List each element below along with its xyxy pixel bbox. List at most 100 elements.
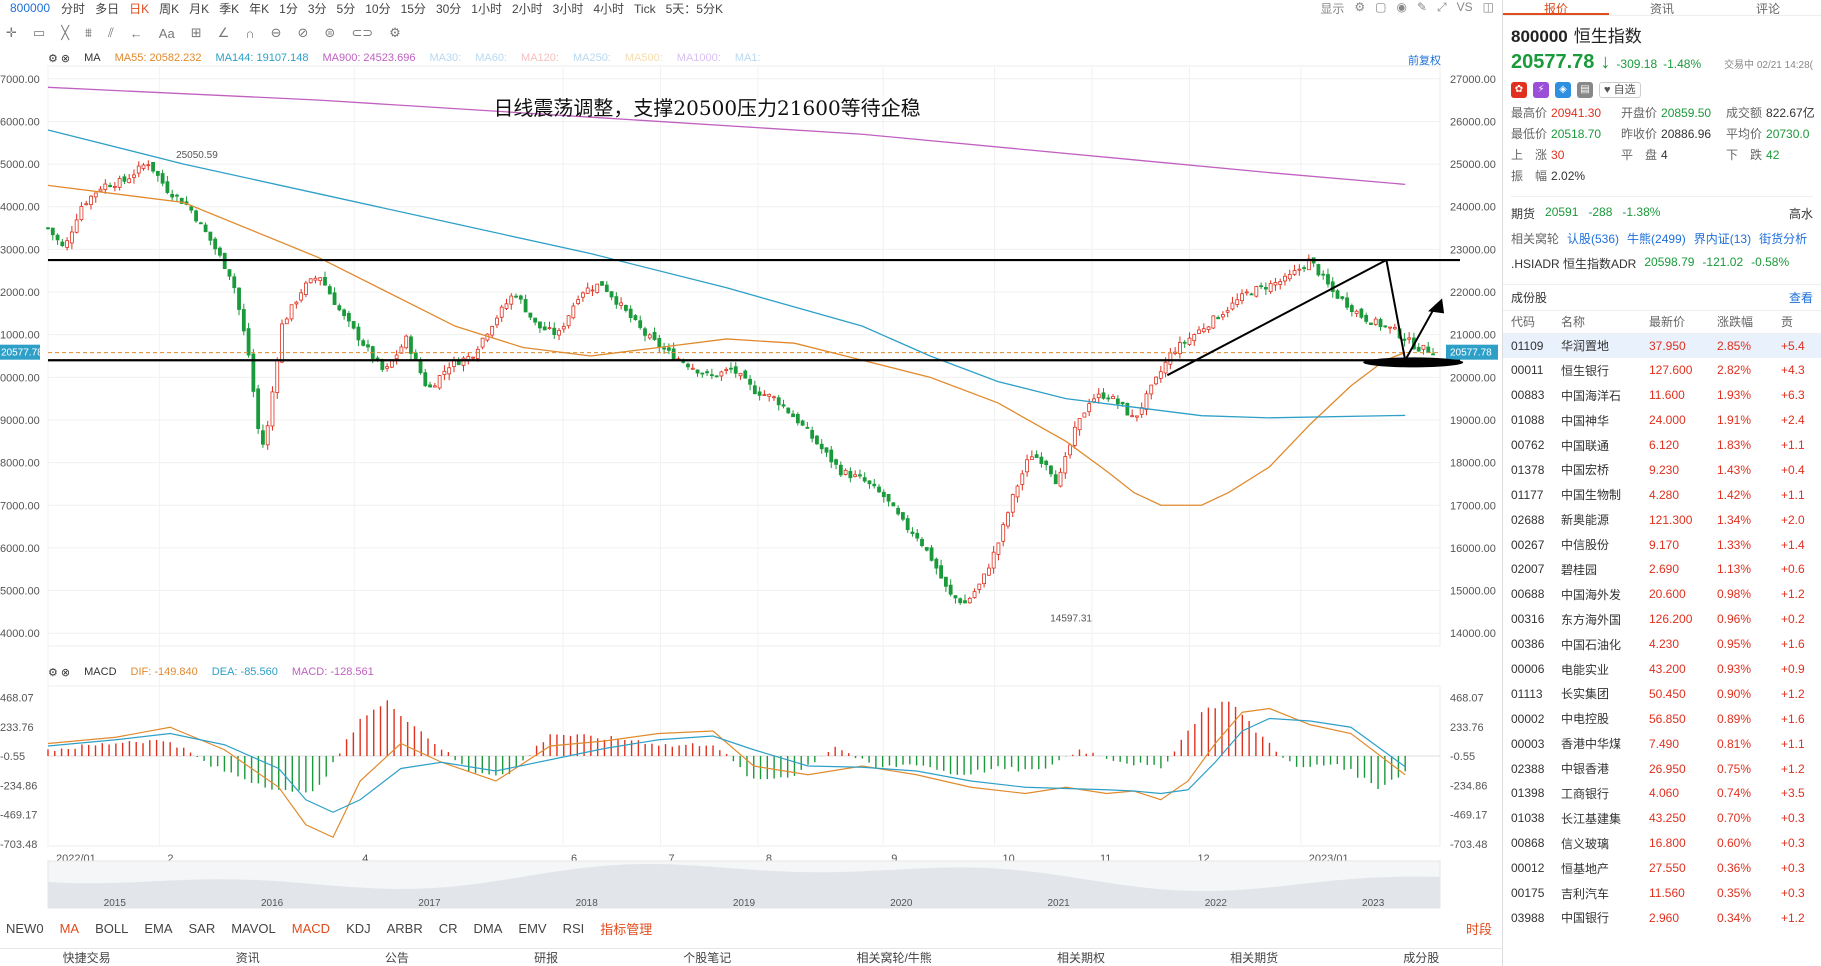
- table-row[interactable]: 01038 长江基建集 43.250 0.70% +0.3: [1503, 806, 1821, 831]
- favorite-button[interactable]: ♥ 自选: [1599, 82, 1641, 98]
- restore-toggle[interactable]: 前复权: [1408, 52, 1441, 68]
- warrant-link[interactable]: 认股(536): [1567, 230, 1619, 247]
- text-tool-icon[interactable]: Aa: [159, 26, 175, 41]
- table-row[interactable]: 03988 中国银行 2.960 0.34% +1.2: [1503, 905, 1821, 930]
- interval-12[interactable]: 30分: [436, 2, 461, 16]
- interval-17[interactable]: Tick: [634, 2, 656, 16]
- table-row[interactable]: 01177 中国生物制 4.280 1.42% +1.1: [1503, 482, 1821, 507]
- table-row[interactable]: 00267 中信股份 9.170 1.33% +1.4: [1503, 532, 1821, 557]
- arrow-tool-icon[interactable]: ←: [130, 26, 143, 41]
- interval-15[interactable]: 3小时: [553, 2, 584, 16]
- rect-tool-icon[interactable]: ▭: [33, 25, 45, 41]
- interval-9[interactable]: 5分: [337, 2, 356, 16]
- interval-0[interactable]: 分时: [61, 2, 85, 16]
- table-row[interactable]: 00011 恒生银行 127.600 2.82% +4.3: [1503, 358, 1821, 383]
- window-icon[interactable]: ◫: [1483, 0, 1494, 16]
- indicator-rsi[interactable]: RSI: [563, 921, 585, 936]
- interval-8[interactable]: 3分: [308, 2, 327, 16]
- ma-gear-icon[interactable]: ⚙ ⊗: [48, 52, 70, 65]
- table-row[interactable]: 00868 信义玻璃 16.800 0.60% +0.3: [1503, 831, 1821, 856]
- indicator-boll[interactable]: BOLL: [95, 921, 128, 936]
- table-row[interactable]: 00012 恒基地产 27.550 0.36% +0.3: [1503, 856, 1821, 881]
- interval-7[interactable]: 1分: [279, 2, 298, 16]
- tab-1[interactable]: 资讯: [1609, 0, 1715, 16]
- interval-11[interactable]: 15分: [401, 2, 426, 16]
- bottom-nav-item[interactable]: 个股笔记: [683, 949, 731, 966]
- interval-14[interactable]: 2小时: [512, 2, 543, 16]
- futures-row[interactable]: 期货 20591 -288 -1.38% 高水: [1511, 196, 1813, 222]
- table-row[interactable]: 00003 香港中华煤 7.490 0.81% +1.1: [1503, 731, 1821, 756]
- interval-6[interactable]: 年K: [249, 2, 269, 16]
- const-col-header[interactable]: 贡: [1773, 311, 1821, 334]
- table-row[interactable]: 00316 东方海外国 126.200 0.96% +0.2: [1503, 607, 1821, 632]
- line-tool-icon[interactable]: ╳: [61, 25, 69, 41]
- ma-label[interactable]: MA: [84, 52, 101, 65]
- adr-row[interactable]: .HSIADR 恒生指数ADR 20598.79 -121.02 -0.58%: [1511, 255, 1813, 280]
- settings-icon[interactable]: ⚙: [389, 25, 401, 41]
- ma-legend-item[interactable]: MA144: 19107.148: [216, 52, 309, 65]
- hk-icon[interactable]: ✿: [1511, 82, 1527, 98]
- magnet-icon[interactable]: ∩: [245, 26, 254, 41]
- ma-legend-item[interactable]: MA120:: [521, 52, 559, 65]
- indicator-ema[interactable]: EMA: [144, 921, 172, 936]
- const-col-header[interactable]: 涨跌幅: [1709, 311, 1773, 334]
- indicator-new0[interactable]: NEW0: [6, 921, 44, 936]
- indicator-mavol[interactable]: MAVOL: [231, 921, 276, 936]
- interval-4[interactable]: 月K: [189, 2, 209, 16]
- table-row[interactable]: 01113 长实集团 50.450 0.90% +1.2: [1503, 681, 1821, 706]
- layout-icon[interactable]: ▢: [1375, 0, 1386, 16]
- warrant-link[interactable]: 牛熊(2499): [1627, 230, 1686, 247]
- display-button[interactable]: 显示: [1320, 0, 1344, 16]
- table-row[interactable]: 02007 碧桂园 2.690 1.13% +0.6: [1503, 557, 1821, 582]
- table-row[interactable]: 01109 华润置地 37.950 2.85% +5.4: [1503, 333, 1821, 358]
- table-row[interactable]: 00002 中电控股 56.850 0.89% +1.6: [1503, 706, 1821, 731]
- fib-tool-icon[interactable]: ⩩: [85, 25, 92, 41]
- indicator-manage-button[interactable]: 指标管理: [600, 919, 652, 938]
- delete-icon[interactable]: ⊜: [324, 25, 335, 41]
- indicator-ma[interactable]: MA: [60, 921, 80, 936]
- table-row[interactable]: 00762 中国联通 6.120 1.83% +1.1: [1503, 433, 1821, 458]
- expand-icon[interactable]: ⤢: [1437, 0, 1447, 16]
- symbol-code[interactable]: 800000: [10, 1, 50, 15]
- table-row[interactable]: 00883 中国海洋石 11.600 1.93% +6.3: [1503, 383, 1821, 408]
- table-row[interactable]: 02688 新奥能源 121.300 1.34% +2.0: [1503, 507, 1821, 532]
- sector-icon[interactable]: ⚡: [1533, 82, 1549, 98]
- interval-13[interactable]: 1小时: [471, 2, 502, 16]
- bottom-nav-item[interactable]: 研报: [534, 949, 558, 966]
- tab-2[interactable]: 评论: [1715, 0, 1821, 16]
- timeshare-button[interactable]: 时段: [1466, 919, 1492, 938]
- bottom-nav-item[interactable]: 快捷交易: [63, 949, 111, 966]
- link-icon[interactable]: ⊂⊃: [351, 25, 373, 41]
- ma-legend-item[interactable]: MA1000:: [677, 52, 721, 65]
- indicator-sar[interactable]: SAR: [188, 921, 215, 936]
- channel-tool-icon[interactable]: ⫽: [108, 25, 114, 41]
- interval-10[interactable]: 10分: [365, 2, 390, 16]
- const-col-header[interactable]: 名称: [1553, 311, 1641, 334]
- crosshair-icon[interactable]: ✛: [6, 25, 17, 41]
- macd-legend-item[interactable]: DIF: -149.840: [131, 666, 198, 679]
- bottom-nav-item[interactable]: 公告: [385, 949, 409, 966]
- interval-18[interactable]: 5天：5分K: [666, 2, 723, 16]
- macd-gear-icon[interactable]: ⚙ ⊗: [48, 666, 70, 679]
- constituents-view-link[interactable]: 查看: [1789, 289, 1813, 306]
- ma-legend-item[interactable]: MA900: 24523.696: [322, 52, 415, 65]
- macd-label[interactable]: MACD: [84, 666, 116, 679]
- interval-5[interactable]: 季K: [219, 2, 239, 16]
- const-col-header[interactable]: 代码: [1503, 311, 1553, 334]
- macd-legend-item[interactable]: DEA: -85.560: [212, 666, 278, 679]
- const-col-header[interactable]: 最新价: [1641, 311, 1709, 334]
- pen-icon[interactable]: ✎: [1417, 0, 1427, 16]
- table-row[interactable]: 01398 工商银行 4.060 0.74% +3.5: [1503, 781, 1821, 806]
- interval-2[interactable]: 日K: [129, 2, 149, 16]
- indicator-cr[interactable]: CR: [439, 921, 458, 936]
- brush-tool-icon[interactable]: ∠: [218, 25, 230, 41]
- measure-tool-icon[interactable]: ⊞: [191, 25, 202, 41]
- ma-legend-item[interactable]: MA250:: [573, 52, 611, 65]
- macd-legend-item[interactable]: MACD: -128.561: [292, 666, 374, 679]
- ma-legend-item[interactable]: MA30:: [429, 52, 461, 65]
- indicator-emv[interactable]: EMV: [518, 921, 546, 936]
- interval-16[interactable]: 4小时: [593, 2, 624, 16]
- table-row[interactable]: 01088 中国神华 24.000 1.91% +2.4: [1503, 408, 1821, 433]
- ma-legend-item[interactable]: MA55: 20582.232: [115, 52, 202, 65]
- vs-button[interactable]: VS: [1457, 0, 1473, 16]
